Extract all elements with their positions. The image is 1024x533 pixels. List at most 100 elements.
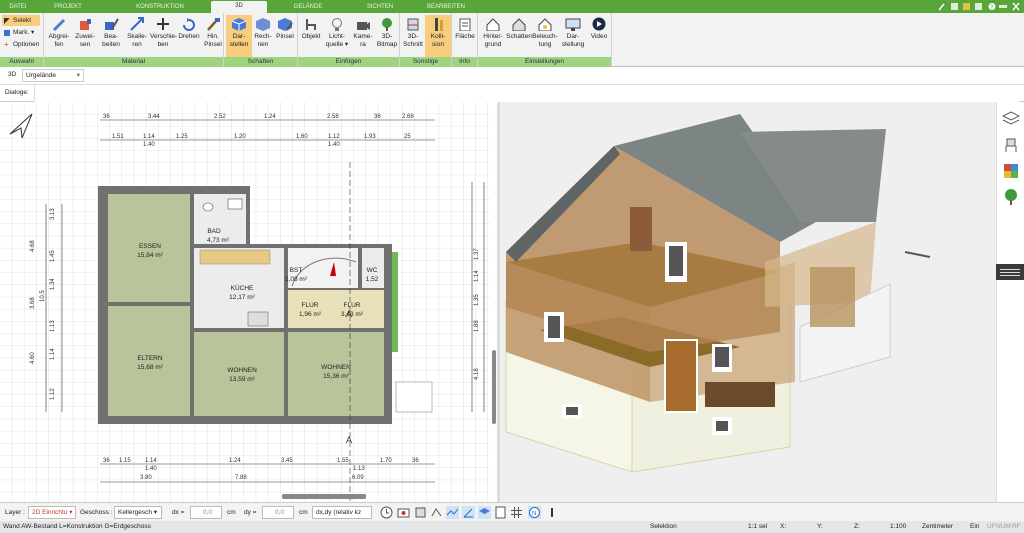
status-element-info: Wand AW-Bestand L=Konstruktion G=Erdgesc… (3, 523, 151, 530)
darstellen-button[interactable]: Dar- stellen (226, 15, 252, 57)
bearbeiten-button[interactable]: Bea- beiten (98, 15, 124, 57)
optionen-button[interactable]: + Optionen (2, 39, 42, 50)
dim-label: 3.44 (148, 114, 160, 120)
group-label-material: Material (44, 57, 223, 67)
group-sonstige: 3D- Schnitt Kolli- sion Sonstige (400, 13, 452, 67)
kamera-button[interactable]: Kame- ra (350, 15, 376, 57)
coordinate-mode-select[interactable]: dx,dy (relativ kz (312, 506, 372, 519)
3d-view[interactable] (497, 102, 996, 502)
house-background-icon (486, 18, 500, 31)
selekt-button[interactable]: Selekt (2, 15, 40, 26)
dialog-input[interactable] (34, 85, 1019, 102)
hintergrund-button[interactable]: Hinter- grund (480, 15, 506, 57)
lichtquelle-button[interactable]: Licht- quelle ▾ (324, 15, 350, 57)
dim-label: 7.88 (235, 475, 247, 481)
group-label-auswahl: Auswahl (0, 57, 43, 67)
dim-label: 3.45 (281, 458, 293, 464)
tab-sichten[interactable]: SICHTEN (352, 2, 408, 13)
room-floor[interactable] (194, 332, 284, 416)
layer-select[interactable]: 2D Einrichtu ▾ (28, 506, 76, 519)
tab-gelaende[interactable]: GELÄNDE (280, 2, 336, 13)
status-zoom: 1:100 (890, 523, 907, 530)
minimize-icon[interactable] (999, 5, 1007, 8)
dim-label: 1.14 (474, 270, 480, 282)
flaeche-button[interactable]: Fläche (452, 15, 478, 57)
grid-icon[interactable] (510, 506, 523, 519)
dim-label: 3.68 (30, 297, 36, 309)
help-icon[interactable]: ? (988, 3, 996, 11)
section-label: A (346, 435, 352, 445)
cursor-line-icon[interactable] (546, 506, 559, 519)
room-area: 1,52 (366, 276, 379, 283)
geschoss-select[interactable]: Kellergesch ▾ (114, 506, 162, 519)
3d-house-render[interactable] (500, 102, 999, 502)
view-selector-bar: 3D Urgelände (0, 67, 1024, 85)
snap-point-icon[interactable] (430, 506, 443, 519)
close-icon[interactable] (1012, 2, 1020, 11)
layers-icon[interactable] (1002, 110, 1020, 128)
window-icon[interactable] (975, 3, 982, 10)
clock-icon[interactable] (380, 506, 393, 519)
floor-plan-canvas[interactable]: 36 3.44 2.52 1.24 2.58 36 2.68 1.51 1.14… (0, 102, 497, 533)
stove-icon (247, 311, 269, 327)
dx-input[interactable] (190, 506, 222, 519)
dim-label: 1.35 (474, 294, 480, 306)
window-icon[interactable] (951, 3, 958, 10)
dim-label: 25 (404, 134, 411, 140)
room-name: FLUR (302, 302, 319, 309)
group-label-info: Info (452, 57, 477, 67)
objekt-button[interactable]: Objekt (298, 15, 324, 57)
dim-label: 4.18 (474, 368, 480, 380)
camera-icon[interactable] (397, 506, 410, 519)
snap-line-icon[interactable] (446, 506, 459, 519)
north-icon[interactable]: N (528, 506, 541, 519)
tab-projekt[interactable]: PROJEKT (48, 2, 88, 13)
camera-icon (357, 22, 370, 30)
dy-input[interactable] (262, 506, 294, 519)
group-label-sonstige: Sonstige (400, 57, 451, 67)
snap-angle-icon[interactable] (462, 506, 475, 519)
pinsel-button[interactable]: Pinsel (272, 15, 298, 57)
drehen-button[interactable]: Drehen (176, 15, 202, 57)
video-button[interactable]: Video (586, 15, 612, 57)
brush-icon[interactable] (938, 3, 945, 11)
beleuchtung-button[interactable]: Beleuch- tung (532, 15, 558, 57)
abgreifen-button[interactable]: Abgrei- fen (46, 15, 72, 57)
hin-pinsel-button[interactable]: Hin. Pinsel (200, 15, 226, 57)
dim-label: 1.37 (474, 248, 480, 260)
mark-button[interactable]: Mark. ▾ (2, 27, 40, 38)
tree-icon[interactable] (1002, 188, 1020, 206)
3d-bitmap-button[interactable]: 3D- Bitmap (374, 15, 400, 57)
layer-stack-icon[interactable] (478, 506, 491, 519)
entrance-steps (395, 381, 433, 413)
dy-unit: cm (299, 509, 308, 516)
skalieren-button[interactable]: Skalie- ren (124, 15, 150, 57)
floor-plan-view[interactable]: 36 3.44 2.52 1.24 2.58 36 2.68 1.51 1.14… (0, 102, 497, 533)
snap-icon[interactable] (414, 506, 427, 519)
room-floor[interactable] (288, 290, 384, 328)
dim-label: 36 (103, 114, 110, 120)
verschieben-button[interactable]: Verschie- ben (150, 15, 177, 57)
tab-bearbeiten[interactable]: BEARBEITEN (416, 2, 476, 13)
window-icon[interactable] (963, 3, 970, 10)
schatten-button[interactable]: Schatten (506, 15, 532, 57)
room-name: ESSEN (139, 243, 161, 250)
dialog-bar: Dialoge: (0, 85, 1024, 102)
material-palette-icon[interactable] (1002, 162, 1020, 180)
chair-icon[interactable] (1002, 136, 1020, 154)
darstellung-button[interactable]: Dar- stellung (560, 15, 586, 57)
rotate-icon (183, 18, 195, 31)
svg-text:N: N (532, 511, 536, 517)
tab-3d[interactable]: 3D (211, 1, 267, 13)
vertical-scrollbar[interactable] (492, 350, 496, 424)
tab-konstruktion[interactable]: KONSTRUKTION (120, 2, 200, 13)
tab-datei[interactable]: DATEI (4, 2, 32, 13)
horizontal-scrollbar[interactable] (282, 494, 366, 499)
terrain-combo[interactable]: Urgelände (22, 69, 84, 82)
zuweisen-button[interactable]: Zuwei- sen (72, 15, 98, 57)
3d-schnitt-button[interactable]: 3D- Schnitt (400, 15, 426, 57)
dim-label: 2.68 (402, 114, 414, 120)
panel-toggle-handle[interactable] (996, 264, 1024, 280)
page-icon[interactable] (494, 506, 507, 519)
kollision-button[interactable]: Kolli- sion (425, 15, 451, 57)
